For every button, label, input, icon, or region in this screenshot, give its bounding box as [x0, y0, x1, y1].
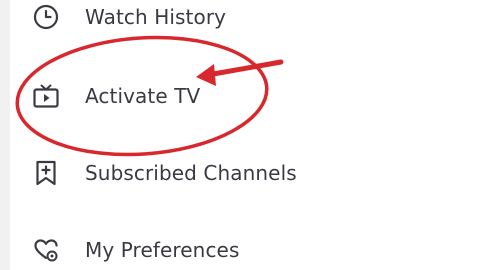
clock-icon: [30, 1, 62, 33]
menu-edge-divider: [0, 0, 10, 270]
menu-item-subscribed-channels[interactable]: Subscribed Channels: [22, 150, 462, 196]
side-menu: Watch History Activate TV Subscribed Cha…: [0, 0, 480, 270]
menu-item-label: Activate TV: [85, 84, 201, 108]
bookmark-plus-icon: [30, 157, 62, 189]
menu-item-watch-history[interactable]: Watch History: [22, 0, 462, 40]
menu-item-my-preferences[interactable]: My Preferences: [22, 227, 462, 270]
menu-item-activate-tv[interactable]: Activate TV: [22, 73, 462, 119]
menu-item-label: Subscribed Channels: [85, 161, 297, 185]
menu-item-label: My Preferences: [85, 238, 240, 262]
tv-icon: [30, 80, 62, 112]
menu-item-label: Watch History: [85, 5, 227, 29]
heart-gear-icon: [30, 234, 62, 266]
